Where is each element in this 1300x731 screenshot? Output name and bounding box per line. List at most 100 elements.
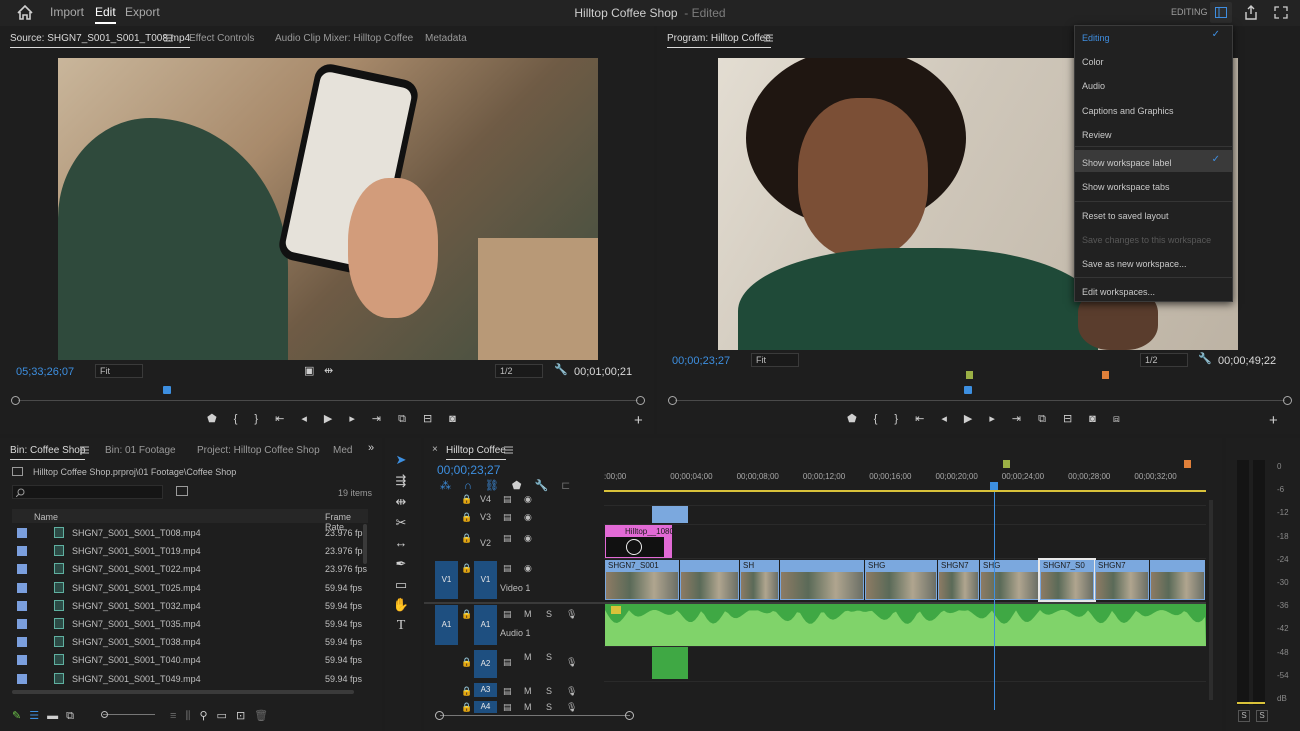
track-select-icon[interactable]: ⇶	[391, 473, 411, 489]
automate-icon[interactable]: ⫼	[185, 710, 199, 722]
lift-icon[interactable]: ⧉	[1038, 413, 1063, 425]
track-target-a3[interactable]: A3	[474, 683, 497, 697]
sync-lock-icon[interactable]: ▤	[503, 563, 512, 574]
slip-icon[interactable]: ↔	[391, 535, 411, 550]
panel-menu-icon[interactable]	[504, 446, 513, 454]
hand-icon[interactable]: ✋	[391, 597, 411, 613]
sort-icon[interactable]: ≡	[170, 710, 185, 722]
extract-icon[interactable]: ⊟	[1063, 413, 1089, 425]
video-clip[interactable]	[1150, 560, 1205, 600]
lock-icon[interactable]: 🔒	[461, 512, 472, 523]
tab-bin-coffee-shop[interactable]: Bin: Coffee Shop	[10, 445, 86, 460]
menu-item-editing[interactable]: Editing	[1082, 33, 1110, 43]
panel-menu-icon[interactable]	[80, 446, 89, 454]
clip-v3[interactable]	[652, 506, 688, 523]
list-item[interactable]: SHGN7_S001_S001_T008.mp4 23.976 fps	[12, 524, 368, 542]
add-button[interactable]: +	[634, 412, 643, 429]
eye-icon[interactable]: ◉	[524, 563, 532, 574]
source-zoom-select[interactable]: Fit	[95, 364, 143, 378]
video-clip[interactable]: SHGN7	[1095, 560, 1149, 600]
eye-icon[interactable]: ◉	[524, 533, 532, 544]
tab-metadata[interactable]: Metadata	[425, 33, 467, 44]
lock-icon[interactable]: 🔒	[461, 686, 472, 697]
clip-color-label[interactable]	[17, 655, 27, 666]
list-item[interactable]: SHGN7_S001_S001_T022.mp4 23.976 fps	[12, 560, 368, 578]
list-view-icon[interactable]: ☰	[29, 710, 47, 722]
program-playhead[interactable]	[963, 386, 972, 394]
video-clip[interactable]: SH	[740, 560, 779, 600]
goto-out-icon[interactable]: ⇥	[1012, 413, 1038, 425]
clip-color-label[interactable]	[17, 619, 27, 629]
lock-icon[interactable]: 🔒	[461, 609, 472, 620]
video-clip[interactable]: SHGN7_S001	[605, 560, 679, 600]
clip-color-label[interactable]	[17, 546, 27, 557]
mute-button[interactable]: M	[524, 686, 532, 696]
step-back-icon[interactable]: ◂	[941, 413, 964, 425]
list-item[interactable]: SHGN7_S001_S001_T019.mp4 23.976 fps	[12, 542, 368, 560]
solo-right-button[interactable]: S	[1256, 710, 1268, 722]
marker-orange[interactable]	[1102, 371, 1109, 379]
camera-icon[interactable]: ◙	[1089, 413, 1113, 425]
zoom-slider-handle[interactable]	[101, 711, 108, 718]
share-icon[interactable]	[1244, 5, 1258, 20]
tab-project[interactable]: Project: Hilltop Coffee Shop	[197, 445, 320, 456]
scrub-start-handle[interactable]	[11, 396, 20, 405]
tab-timeline[interactable]: Hilltop Coffee	[446, 445, 506, 460]
goto-in-icon[interactable]: ⇤	[915, 413, 941, 425]
tab-effect-controls[interactable]: Effect Controls	[189, 33, 254, 44]
sync-lock-icon[interactable]: ▤	[503, 702, 512, 713]
program-scrubber[interactable]	[675, 400, 1285, 401]
list-item[interactable]: SHGN7_S001_S001_T038.mp4 59.94 fps	[12, 633, 368, 651]
tab-program[interactable]: Program: Hilltop Coffee	[667, 33, 771, 48]
wrench-icon[interactable]: 🔧	[554, 363, 568, 376]
sync-lock-icon[interactable]: ▤	[503, 609, 512, 620]
source-resolution-select[interactable]: 1/2	[495, 364, 543, 378]
clip-a1-audio[interactable]	[605, 604, 1206, 646]
step-forward-icon[interactable]: ▸	[349, 413, 372, 425]
source-patch-v1[interactable]: V1	[435, 561, 458, 599]
mute-button[interactable]: M	[524, 702, 532, 712]
clip-color-label[interactable]	[17, 528, 27, 538]
track-target-a1[interactable]: A1	[474, 605, 497, 645]
out-point-icon[interactable]: }	[894, 413, 915, 425]
icon-view-icon[interactable]: ▬	[47, 710, 66, 722]
lock-icon[interactable]: 🔒	[461, 533, 472, 544]
add-marker-icon[interactable]: ⬟	[512, 480, 535, 492]
sync-lock-icon[interactable]: ▤	[503, 657, 512, 668]
more-tabs-icon[interactable]: »	[368, 442, 374, 454]
sync-lock-icon[interactable]: ▤	[503, 512, 512, 523]
camera-icon[interactable]: ◙	[449, 413, 473, 425]
menu-item-show-workspace-label[interactable]: Show workspace label	[1082, 158, 1172, 168]
menu-item-show-workspace-tabs[interactable]: Show workspace tabs	[1082, 182, 1170, 192]
scrub-end-handle[interactable]	[1283, 396, 1292, 405]
track-target-a2[interactable]: A2	[474, 650, 497, 678]
source-timecode[interactable]: 05;33;26;07	[16, 366, 74, 378]
play-icon[interactable]: ▶	[964, 413, 989, 425]
insert-icon[interactable]: ▣	[304, 364, 314, 377]
pencil-icon[interactable]: ✎	[12, 710, 29, 722]
zoom-start-handle[interactable]	[435, 711, 444, 720]
solo-button[interactable]: S	[546, 609, 552, 619]
eye-icon[interactable]: ◉	[524, 494, 532, 505]
overwrite-icon[interactable]: ⊟	[423, 413, 449, 425]
nest-icon[interactable]: ⁂	[440, 480, 464, 492]
zoom-slider[interactable]	[103, 714, 155, 715]
captions-icon[interactable]: ⊏	[561, 480, 583, 492]
clip-a2-audio[interactable]	[652, 647, 688, 679]
lock-icon[interactable]: 🔒	[461, 563, 472, 574]
clip-color-label[interactable]	[17, 637, 27, 648]
snap-icon[interactable]: ∩	[464, 480, 485, 492]
mic-icon[interactable]: 🎙	[566, 686, 577, 697]
bin-vscroll[interactable]	[363, 524, 367, 564]
video-clip[interactable]: SHG	[980, 560, 1039, 600]
clip-color-label[interactable]	[17, 564, 27, 575]
mute-button[interactable]: M	[524, 652, 532, 662]
new-item-icon[interactable]: ⊡	[236, 710, 254, 722]
goto-in-icon[interactable]: ⇤	[275, 413, 301, 425]
wrench-icon[interactable]: 🔧	[1198, 352, 1212, 365]
video-clip[interactable]: SHG	[865, 560, 937, 600]
new-bin-icon[interactable]: ▭	[217, 710, 236, 722]
play-icon[interactable]: ▶	[324, 413, 349, 425]
clip-v2-graphic[interactable]: Hilltop__1080	[605, 525, 674, 558]
sync-lock-icon[interactable]: ▤	[503, 533, 512, 544]
